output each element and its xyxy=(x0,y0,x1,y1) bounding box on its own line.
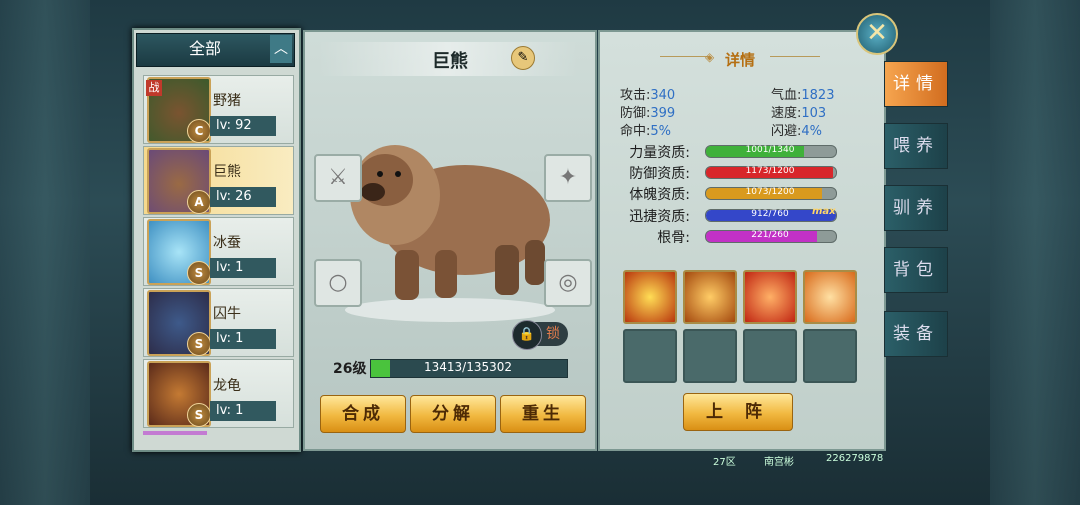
item-name: 囚牛 xyxy=(213,306,241,322)
rename-pencil-icon[interactable]: ✎ xyxy=(511,46,535,70)
aptitude-label: 体魄资质: xyxy=(629,187,690,203)
empty-skill-slot[interactable] xyxy=(623,329,677,383)
grade-badge: S xyxy=(187,403,211,427)
grade-badge: S xyxy=(187,332,211,356)
tab-feed[interactable]: 喂养 xyxy=(884,123,948,169)
item-level: lv: 1 xyxy=(210,329,276,349)
stat-defense: 防御:399 xyxy=(620,106,676,121)
stat-dodge: 闪避:4% xyxy=(771,124,823,139)
equip-slot-armor[interactable]: ✦ xyxy=(544,154,592,202)
filter-label[interactable]: 全部 xyxy=(150,38,260,60)
item-level: lv: 92 xyxy=(210,116,276,136)
details-title: 详情 xyxy=(724,51,755,69)
tab-train[interactable]: 驯养 xyxy=(884,185,948,231)
battle-badge: 战 xyxy=(146,80,162,96)
aptitude-value: 1173/1200 xyxy=(745,166,795,176)
bear-illustration xyxy=(345,145,555,322)
tab-details[interactable]: 详情 xyxy=(884,61,948,107)
empty-skill-slot[interactable] xyxy=(683,329,737,383)
xp-text: 13413/135302 xyxy=(423,360,513,374)
aptitude-value: 1073/1200 xyxy=(745,187,795,197)
close-icon[interactable]: ✕ xyxy=(856,13,898,55)
item-name: 冰蚕 xyxy=(213,235,241,251)
server-label: 27区 xyxy=(713,457,736,468)
player-id: 226279878 xyxy=(826,453,884,464)
aptitude-label: 力量资质: xyxy=(629,145,690,161)
grade-badge: A xyxy=(187,190,211,214)
tab-equipment[interactable]: 装备 xyxy=(884,311,948,357)
merge-button[interactable]: 合成 xyxy=(320,395,406,433)
stat-speed: 速度:103 xyxy=(771,106,827,121)
item-name: 龙龟 xyxy=(213,378,241,394)
skill-icon[interactable] xyxy=(683,270,737,324)
item-level: lv: 26 xyxy=(210,187,276,207)
grade-badge: C xyxy=(187,119,211,143)
stat-hp: 气血:1823 xyxy=(771,88,835,103)
diamond-icon: ◈ xyxy=(705,50,715,64)
stat-attack: 攻击:340 xyxy=(620,88,676,103)
skill-icon[interactable] xyxy=(803,270,857,324)
collapse-arrow-icon[interactable]: ︿ xyxy=(270,35,292,63)
aptitude-label: 迅捷资质: xyxy=(629,209,690,225)
aptitude-value: 1001/1340 xyxy=(745,145,795,155)
empty-skill-slot[interactable] xyxy=(803,329,857,383)
rebirth-button[interactable]: 重生 xyxy=(500,395,586,433)
skill-icon[interactable] xyxy=(743,270,797,324)
pet-name: 巨熊 xyxy=(432,51,468,72)
item-name: 巨熊 xyxy=(213,164,241,180)
deploy-button[interactable]: 上 阵 xyxy=(683,393,793,431)
pet-level: 26级 xyxy=(333,361,367,377)
item-level: lv: 1 xyxy=(210,258,276,278)
skill-icon[interactable] xyxy=(623,270,677,324)
tab-bag[interactable]: 背包 xyxy=(884,247,948,293)
title-ornament-left xyxy=(660,56,710,57)
stat-accuracy: 命中:5% xyxy=(620,124,672,139)
next-item-peek xyxy=(143,431,207,435)
aptitude-label: 防御资质: xyxy=(629,166,690,182)
decompose-button[interactable]: 分解 xyxy=(410,395,496,433)
player-name: 南宫彬 xyxy=(764,457,794,468)
max-tag: max xyxy=(812,206,836,217)
item-name: 野猪 xyxy=(213,93,241,109)
equip-slot-weapon[interactable]: ⚔ xyxy=(314,154,362,202)
aptitude-label: 根骨: xyxy=(657,230,690,246)
equip-slot-ring[interactable]: ◎ xyxy=(544,259,592,307)
grade-badge: S xyxy=(187,261,211,285)
empty-skill-slot[interactable] xyxy=(743,329,797,383)
equip-slot-necklace[interactable]: ○ xyxy=(314,259,362,307)
item-level: lv: 1 xyxy=(210,401,276,421)
title-ornament-right xyxy=(770,56,820,57)
lock-icon[interactable]: 🔒 xyxy=(512,320,542,350)
aptitude-value: 221/260 xyxy=(751,230,789,240)
